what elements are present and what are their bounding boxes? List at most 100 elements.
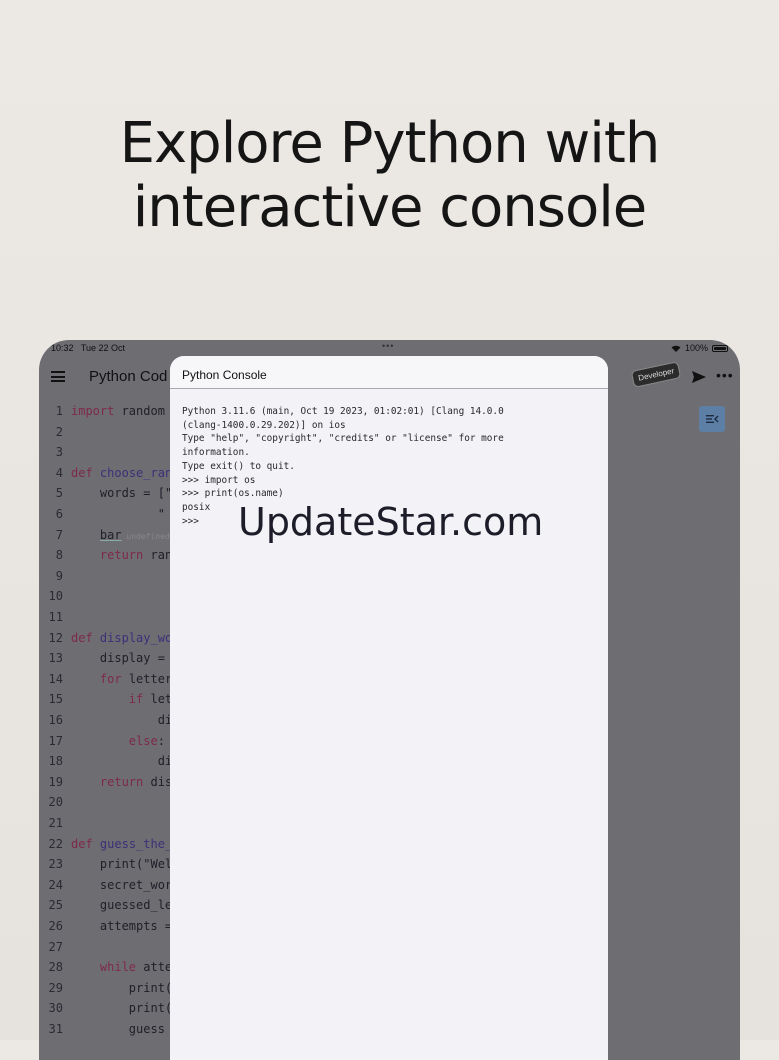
inline-hint: undefined (121, 531, 170, 541)
code-text: print("Wel (71, 857, 170, 872)
console-line: (clang-1400.0.29.202)] on ios (182, 419, 346, 431)
code-line: 1 import random (39, 401, 170, 421)
code-line: 11 (39, 607, 170, 627)
app-title: Python Cod (89, 368, 168, 385)
line-number: 17 (48, 733, 63, 748)
line-number: 4 (55, 465, 63, 480)
code-line: 8 return ran (39, 545, 170, 565)
outline-toggle-button[interactable] (699, 406, 725, 432)
code-text: def guess_the_ (71, 836, 170, 851)
console-line: information. (182, 447, 250, 459)
line-number: 28 (48, 960, 63, 975)
code-line: 22 def guess_the_ (39, 834, 170, 854)
code-line: 16 di (39, 710, 170, 730)
code-line: 31 guess (39, 1019, 170, 1039)
code-line: 9 (39, 566, 170, 586)
tablet-screen: 10:32 Tue 22 Oct ••• 100% Python Cod Dev… (39, 340, 740, 1060)
line-number: 26 (48, 919, 63, 933)
line-number: 29 (48, 980, 63, 995)
code-line: 21 (39, 813, 170, 833)
code-text: def choose_ran (71, 465, 170, 480)
status-time: 10:32 (51, 343, 74, 353)
code-text: di (71, 754, 170, 769)
line-number: 11 (48, 610, 63, 624)
line-number: 6 (55, 507, 63, 521)
code-line: 13 display = (39, 648, 170, 668)
line-number: 10 (48, 589, 63, 604)
code-text: import random (71, 404, 165, 418)
send-icon[interactable] (691, 369, 707, 385)
code-text: else: (128, 733, 165, 748)
code-line: 27 (39, 937, 170, 957)
headline-line-1: Explore Python with (119, 111, 661, 176)
line-number: 8 (55, 548, 63, 563)
battery-icon (712, 344, 728, 352)
python-console-sheet: Python Console Python 3.11.6 (main, Oct … (170, 356, 608, 1060)
line-number: 16 (48, 713, 63, 727)
status-bar: 10:32 Tue 22 Oct ••• 100% (39, 340, 740, 356)
code-line: 5 words = [" (39, 483, 170, 503)
outline-icon (706, 415, 719, 423)
code-line: 28 while atte (39, 957, 170, 977)
line-number: 18 (48, 754, 63, 769)
headline-line-2: interactive console (132, 175, 648, 240)
code-line: 4 def choose_ran (39, 463, 170, 483)
line-number: 14 (48, 671, 63, 686)
line-number: 31 (48, 1022, 63, 1036)
line-number: 2 (55, 424, 63, 439)
multitask-dots[interactable]: ••• (382, 341, 394, 351)
watermark: UpdateStar.com (238, 500, 544, 544)
code-text: guessed_le (71, 898, 170, 913)
more-icon[interactable]: ••• (716, 367, 734, 383)
code-text: display = (71, 651, 170, 666)
developer-badge: Developer (630, 361, 682, 388)
line-number: 13 (48, 651, 63, 666)
code-text: def display_wo (71, 630, 170, 645)
line-number: 15 (48, 692, 63, 707)
wifi-icon (671, 345, 681, 352)
line-number: 27 (48, 939, 63, 954)
line-number: 3 (55, 445, 63, 460)
code-text: for letter (99, 671, 170, 686)
code-editor[interactable]: 1 import random 2 3 4 def choose_ran 5 words =… (39, 400, 170, 1060)
line-number: 19 (48, 774, 63, 789)
console-line: Python 3.11.6 (main, Oct 19 2023, 01:02:… (182, 406, 504, 417)
code-text: print( (71, 1001, 170, 1016)
code-line: 10 (39, 586, 170, 606)
code-text: print( (71, 980, 170, 995)
code-text: di (71, 713, 170, 727)
line-number: 7 (55, 527, 63, 542)
code-line: 20 (39, 792, 170, 812)
code-line: 25 guessed_le (39, 895, 170, 915)
code-text: secret_wor (71, 877, 170, 892)
menu-icon[interactable] (51, 371, 65, 382)
console-line: Type "help", "copyright", "credits" or "… (182, 433, 504, 445)
code-line: 2 (39, 422, 170, 442)
code-line: 24 secret_wor (39, 875, 170, 895)
console-line: >>> import os (182, 474, 256, 486)
code-text: return ran (99, 548, 170, 563)
code-text: if let (128, 692, 170, 707)
code-line: 17 else: (39, 731, 170, 751)
code-text: " (71, 507, 165, 521)
line-number: 1 (55, 404, 63, 418)
console-line: Type exit() to quit. (182, 460, 295, 472)
line-number: 21 (48, 816, 63, 830)
headline: Explore Python with interactive console (0, 112, 779, 240)
code-text: attempts = (71, 919, 170, 933)
line-number: 25 (48, 898, 63, 913)
line-number: 12 (48, 630, 63, 645)
code-line: 14 for letter (39, 669, 170, 689)
line-number: 30 (48, 1001, 63, 1016)
code-line: 29 print( (39, 978, 170, 998)
code-text: bar undefined (99, 527, 170, 542)
line-number: 24 (48, 877, 63, 892)
code-text: return dis (99, 774, 170, 789)
code-line: 7 bar undefined (39, 525, 170, 545)
code-line: 12 def display_wo (39, 628, 170, 648)
status-date: Tue 22 Oct (80, 343, 126, 353)
console-title: Python Console (170, 356, 608, 389)
code-line: 30 print( (39, 998, 170, 1018)
line-number: 22 (48, 836, 63, 851)
code-line: 3 (39, 442, 170, 462)
